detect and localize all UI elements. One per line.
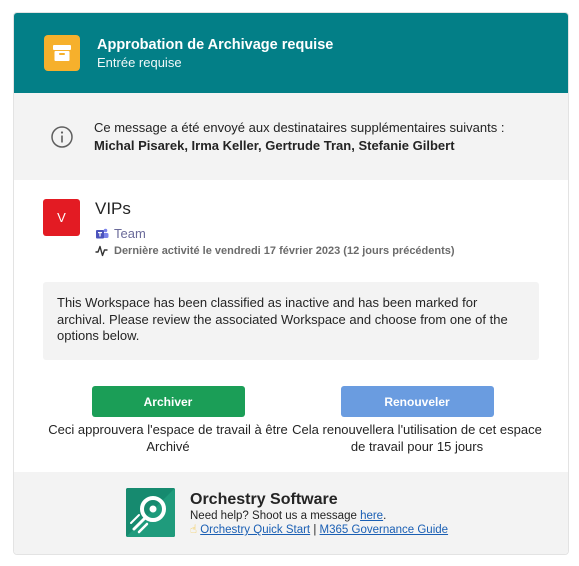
workspace-name[interactable]: VIPs <box>95 198 131 220</box>
info-icon <box>51 125 73 148</box>
help-line: Need help? Shoot us a message here. <box>190 509 448 523</box>
header-title: Approbation de Archivage requise <box>97 36 334 53</box>
link-separator: | <box>313 524 317 536</box>
resource-links: ☝ Orchestry Quick Start | M365 Governanc… <box>190 523 448 538</box>
header-subtitle: Entrée requise <box>97 54 182 70</box>
recipients-notice: Ce message a été envoyé aux destinataire… <box>14 93 568 180</box>
quick-start-link[interactable]: Orchestry Quick Start <box>200 524 310 536</box>
renew-action: Renouveler Cela renouvellera l'utilisati… <box>292 386 542 455</box>
workspace-description: This Workspace has been classified as in… <box>43 282 539 360</box>
card-header: Approbation de Archivage requise Entrée … <box>14 13 568 93</box>
archive-action: Archiver Ceci approuvera l'espace de tra… <box>43 386 293 455</box>
notice-text: Ce message a été envoyé aux destinataire… <box>94 119 544 155</box>
archive-box-icon <box>44 35 80 71</box>
card-footer: Orchestry Software Need help? Shoot us a… <box>14 472 568 554</box>
workspace-info: V VIPs Team Dernière activité le vendred… <box>14 180 568 270</box>
renew-caption: Cela renouvellera l'utilisation de cet e… <box>292 422 542 454</box>
workspace-activity: Dernière activité le vendredi 17 février… <box>95 245 455 257</box>
archive-caption: Ceci approuvera l'espace de travail à êt… <box>48 422 288 454</box>
help-suffix: . <box>383 510 387 522</box>
approval-card: Approbation de Archivage requise Entrée … <box>13 12 569 555</box>
last-activity-text: Dernière activité le vendredi 17 février… <box>114 245 455 257</box>
workspace-type: Team <box>95 226 146 241</box>
workspace-type-label: Team <box>114 226 146 241</box>
action-buttons: Archiver Ceci approuvera l'espace de tra… <box>14 386 568 466</box>
archive-button[interactable]: Archiver <box>91 386 245 417</box>
help-prefix: Need help? Shoot us a message <box>190 510 361 522</box>
orchestry-logo <box>126 488 175 537</box>
governance-guide-link[interactable]: M365 Governance Guide <box>320 524 449 536</box>
help-link[interactable]: here <box>360 510 383 522</box>
notice-recipients: Michal Pisarek, Irma Keller, Gertrude Tr… <box>94 137 455 153</box>
star-emoji-icon: ☝ <box>190 524 198 536</box>
workspace-avatar: V <box>43 199 80 236</box>
teams-icon <box>96 228 109 238</box>
activity-pulse-icon <box>95 245 108 257</box>
notice-prefix: Ce message a été envoyé aux destinataire… <box>94 119 505 135</box>
renew-button[interactable]: Renouveler <box>340 386 494 417</box>
brand-name: Orchestry Software <box>190 491 338 508</box>
